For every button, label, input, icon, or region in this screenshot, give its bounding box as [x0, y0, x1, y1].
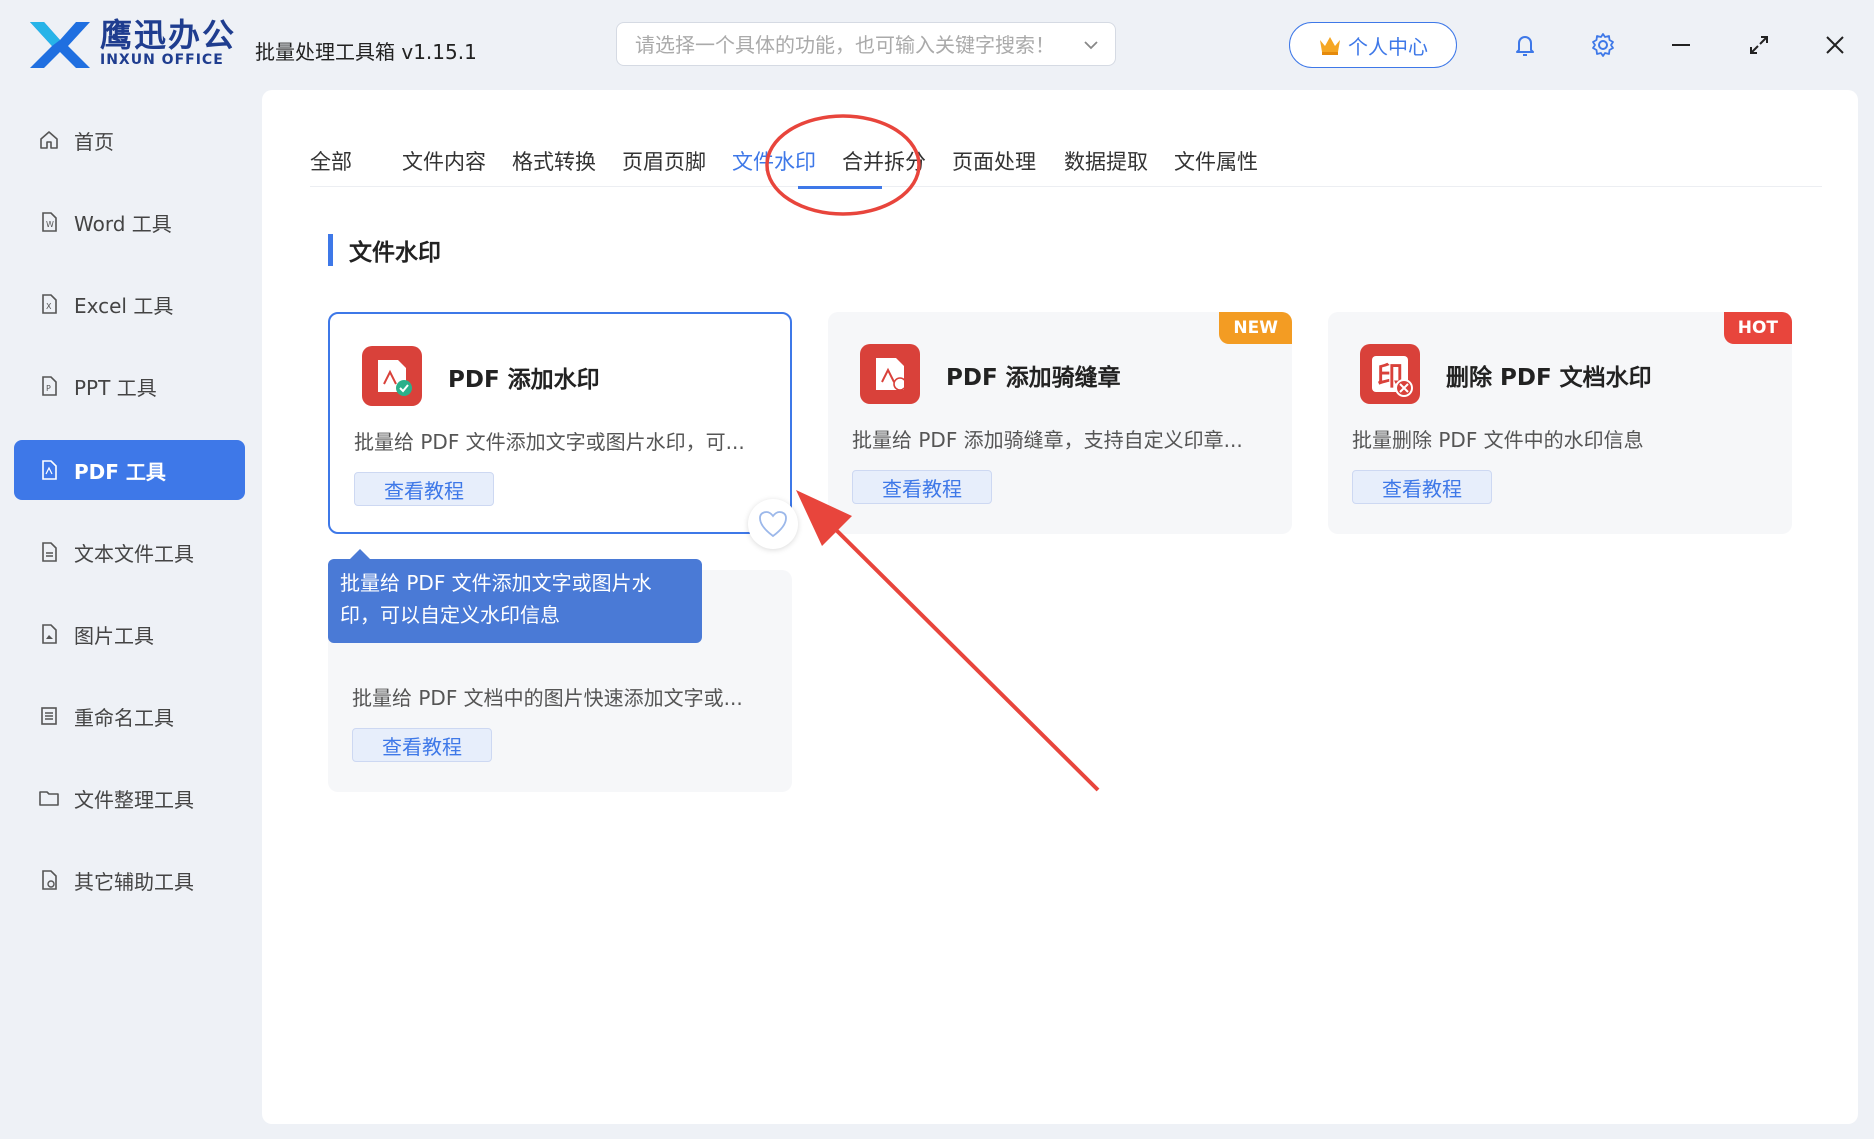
tab-format-convert[interactable]: 格式转换 [512, 146, 596, 176]
stamp-remove-icon: 印 [1360, 344, 1420, 404]
sidebar-item-organize[interactable]: 文件整理工具 [14, 768, 245, 828]
sidebar-item-misc[interactable]: 其它辅助工具 [14, 850, 245, 910]
sidebar-item-label: Word 工具 [74, 211, 172, 236]
folder-icon [38, 787, 60, 809]
excel-doc-icon: X [38, 293, 60, 315]
sidebar-item-label: Excel 工具 [74, 293, 174, 318]
sidebar-item-label: PDF 工具 [74, 459, 166, 484]
sidebar-item-label: 首页 [74, 129, 114, 154]
brand: 鹰迅办公 INXUN OFFICE [100, 18, 236, 68]
tab-page-process[interactable]: 页面处理 [952, 146, 1036, 176]
sidebar-item-rename[interactable]: 重命名工具 [14, 686, 245, 746]
text-doc-icon [38, 541, 60, 563]
gear-icon[interactable] [1588, 30, 1618, 60]
tool-card-pdf-add-watermark[interactable]: PDF 添加水印 批量给 PDF 文件添加文字或图片水印，可... 查看教程 [328, 312, 792, 534]
view-tutorial-button[interactable]: 查看教程 [352, 728, 492, 762]
tool-card-pdf-add-seal[interactable]: NEW PDF 添加骑缝章 批量给 PDF 添加骑缝章，支持自定义印章... 查… [828, 312, 1292, 534]
minimize-icon[interactable] [1666, 30, 1696, 60]
sidebar-item-label: 图片工具 [74, 623, 154, 648]
search-input[interactable] [633, 31, 1067, 59]
close-icon[interactable] [1820, 30, 1850, 60]
sidebar-item-label: PPT 工具 [74, 375, 157, 400]
search-box[interactable] [616, 22, 1116, 66]
sidebar-item-word[interactable]: W Word 工具 [14, 192, 245, 252]
sidebar-item-label: 文件整理工具 [74, 787, 194, 812]
tool-card-pdf-remove-watermark[interactable]: 印 HOT 删除 PDF 文档水印 批量删除 PDF 文件中的水印信息 查看教程 [1328, 312, 1792, 534]
card-title: 删除 PDF 文档水印 [1446, 365, 1652, 391]
sidebar-item-text[interactable]: 文本文件工具 [14, 522, 245, 582]
list-icon [38, 705, 60, 727]
title-bar: 鹰迅办公 INXUN OFFICE 批量处理工具箱 v1.15.1 个人中心 [0, 0, 1874, 90]
ppt-doc-icon: P [38, 375, 60, 397]
pdf-seal-icon [860, 344, 920, 404]
pdf-watermark-icon [362, 346, 422, 406]
card-title: PDF 添加水印 [448, 367, 600, 393]
section-title-bar [328, 234, 333, 266]
misc-doc-icon [38, 869, 60, 891]
maximize-icon[interactable] [1744, 30, 1774, 60]
section-title: 文件水印 [328, 234, 441, 266]
card-title: PDF 添加骑缝章 [946, 365, 1121, 391]
tab-header-footer[interactable]: 页眉页脚 [622, 146, 706, 176]
sidebar-item-ppt[interactable]: P PPT 工具 [14, 356, 245, 416]
card-description: 批量给 PDF 文件添加文字或图片水印，可... [354, 430, 745, 454]
home-icon [38, 129, 60, 151]
user-center-label: 个人中心 [1348, 34, 1428, 59]
category-tabs: 全部 文件内容 格式转换 页眉页脚 文件水印 合并拆分 页面处理 数据提取 文件… [310, 146, 1822, 187]
card-description: 批量给 PDF 添加骑缝章，支持自定义印章... [852, 428, 1243, 452]
crown-icon [1320, 37, 1340, 55]
tooltip: 批量给 PDF 文件添加文字或图片水 印，可以自定义水印信息 [328, 549, 702, 643]
sidebar-item-pdf[interactable]: PDF 工具 [14, 440, 245, 500]
sidebar-item-home[interactable]: 首页 [14, 110, 245, 170]
sidebar-item-excel[interactable]: X Excel 工具 [14, 274, 245, 334]
chevron-down-icon[interactable] [1081, 35, 1101, 55]
svg-text:W: W [46, 220, 54, 229]
brand-subtitle: INXUN OFFICE [100, 52, 224, 68]
badge-hot: HOT [1723, 312, 1792, 344]
pdf-doc-icon [38, 459, 60, 481]
badge-new: NEW [1219, 312, 1292, 344]
view-tutorial-button[interactable]: 查看教程 [354, 472, 494, 506]
sidebar-item-label: 重命名工具 [74, 705, 174, 730]
card-description: 批量删除 PDF 文件中的水印信息 [1352, 428, 1644, 452]
view-tutorial-button[interactable]: 查看教程 [852, 470, 992, 504]
tab-file-content[interactable]: 文件内容 [402, 146, 486, 176]
view-tutorial-button[interactable]: 查看教程 [1352, 470, 1492, 504]
section-title-text: 文件水印 [349, 240, 441, 266]
annotation-ellipse [765, 114, 921, 216]
tab-all[interactable]: 全部 [310, 146, 352, 176]
tooltip-line: 印，可以自定义水印信息 [340, 603, 560, 627]
sidebar: 首页 W Word 工具 X Excel 工具 P PPT 工具 PDF 工具 … [0, 90, 246, 1139]
app-logo-icon [30, 22, 90, 68]
bell-icon[interactable] [1510, 30, 1540, 60]
brand-name: 鹰迅办公 [100, 16, 237, 54]
favorite-heart-icon[interactable] [748, 499, 798, 549]
image-doc-icon [38, 623, 60, 645]
sidebar-item-label: 其它辅助工具 [74, 869, 194, 894]
sidebar-item-image[interactable]: 图片工具 [14, 604, 245, 664]
word-doc-icon: W [38, 211, 60, 233]
sidebar-item-label: 文本文件工具 [74, 541, 194, 566]
svg-text:X: X [46, 302, 52, 311]
tab-data-extract[interactable]: 数据提取 [1064, 146, 1148, 176]
tab-file-properties[interactable]: 文件属性 [1174, 146, 1258, 176]
tooltip-line: 批量给 PDF 文件添加文字或图片水 [340, 571, 652, 595]
app-title: 批量处理工具箱 v1.15.1 [255, 40, 477, 64]
user-center-button[interactable]: 个人中心 [1289, 22, 1457, 68]
svg-text:P: P [46, 384, 51, 393]
main-panel: 全部 文件内容 格式转换 页眉页脚 文件水印 合并拆分 页面处理 数据提取 文件… [262, 90, 1858, 1124]
card-description: 批量给 PDF 文档中的图片快速添加文字或... [352, 686, 743, 710]
